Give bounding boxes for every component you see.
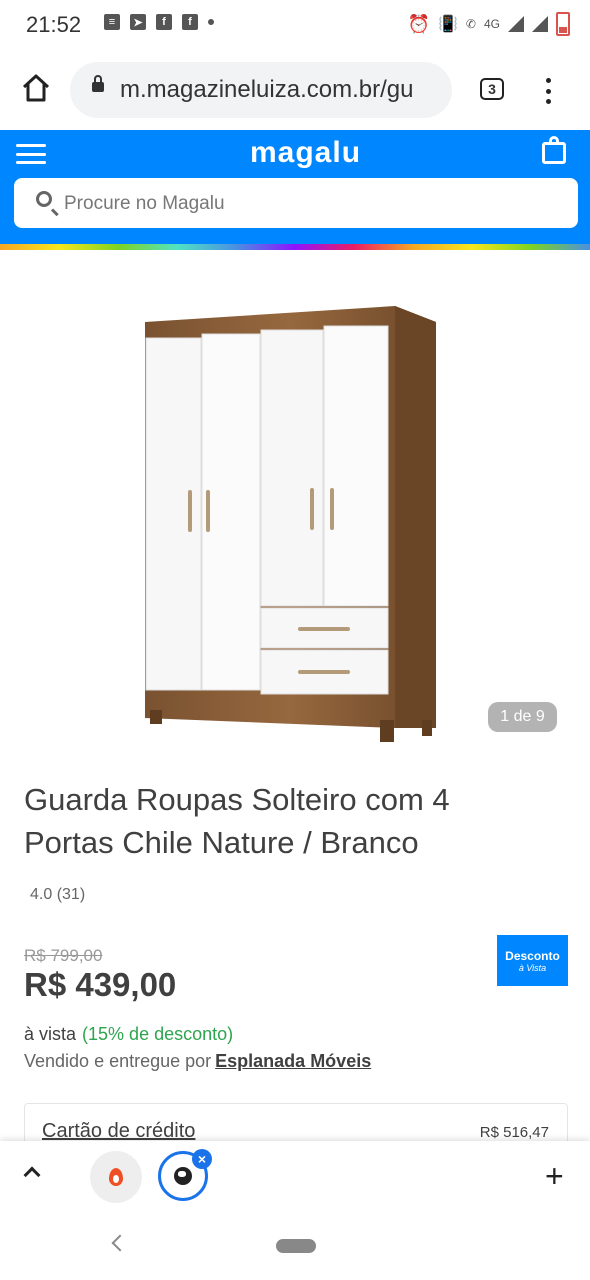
seller-link[interactable]: Esplanada Móveis: [215, 1051, 371, 1071]
hamburger-menu-icon[interactable]: [16, 144, 46, 164]
alarm-icon: ⏰: [407, 13, 430, 34]
credit-card-label[interactable]: Cartão de crédito: [42, 1120, 195, 1143]
close-icon[interactable]: ×: [192, 1149, 212, 1169]
badge-line2: à Vista: [518, 962, 547, 973]
chevron-up-icon[interactable]: [23, 1166, 41, 1184]
tab-favicon-flame[interactable]: [90, 1151, 142, 1203]
flame-icon: [109, 1168, 123, 1186]
seller-prefix: Vendido e entregue por: [24, 1051, 212, 1071]
system-nav-bar: [0, 1213, 590, 1280]
globe-icon: [174, 1167, 192, 1185]
site-logo[interactable]: magalu: [250, 136, 361, 170]
search-input[interactable]: [62, 188, 546, 220]
facebook-icon: f: [182, 14, 198, 30]
lock-icon: [92, 75, 104, 92]
payment-label: à vista: [24, 1024, 77, 1044]
badge-line1: Desconto: [505, 948, 560, 963]
back-icon[interactable]: [111, 1234, 129, 1252]
current-price: R$ 439,00: [24, 966, 177, 1003]
tab-switcher-button[interactable]: 3: [480, 78, 504, 100]
status-bar: 21:52 ≡ ➤ f f ⏰ 📳 ✆ 4G: [0, 0, 590, 52]
home-pill-icon[interactable]: [276, 1239, 316, 1253]
battery-low-icon: [556, 12, 570, 36]
site-header: magalu: [0, 130, 590, 244]
shopping-bag-icon[interactable]: [542, 136, 566, 164]
message-icon: ≡: [104, 14, 120, 30]
url-text: m.magazineluiza.com.br/gu: [120, 76, 414, 103]
discount-badge: Desconto à Vista: [497, 935, 568, 986]
home-icon[interactable]: [18, 70, 54, 106]
credit-card-value: R$ 516,47: [479, 1124, 549, 1141]
vibrate-icon: 📳: [438, 16, 458, 33]
discount-text: (15% de desconto): [82, 1024, 234, 1044]
image-counter: 1 de 9: [488, 702, 557, 732]
payment-terms: à vista (15% de desconto): [24, 1024, 233, 1045]
status-time: 21:52: [26, 12, 82, 37]
bottom-tab-bar: × +: [0, 1141, 590, 1213]
browser-toolbar: m.magazineluiza.com.br/gu 3: [0, 52, 590, 130]
seller-info: Vendido e entregue por Esplanada Móveis: [24, 1051, 371, 1072]
more-options-icon[interactable]: [544, 78, 552, 104]
search-icon: [36, 191, 52, 207]
product-image[interactable]: [140, 300, 440, 750]
address-bar[interactable]: m.magazineluiza.com.br/gu: [70, 62, 452, 118]
product-title: Guarda Roupas Solteiro com 4 Portas Chil…: [24, 782, 450, 860]
telegram-icon: ➤: [130, 14, 146, 30]
product-rating[interactable]: 4.0 (31): [30, 886, 85, 904]
signal-icon: [532, 16, 548, 32]
search-box[interactable]: [14, 178, 578, 228]
facebook-icon: f: [156, 14, 172, 30]
old-price: R$ 799,00: [24, 946, 103, 965]
signal-icon: [508, 16, 524, 32]
rainbow-divider: [0, 244, 590, 250]
dot-icon: [208, 19, 214, 25]
network-type: 4G: [483, 17, 500, 31]
new-tab-icon[interactable]: +: [545, 1160, 564, 1192]
call-4g-icon: ✆: [465, 17, 476, 31]
